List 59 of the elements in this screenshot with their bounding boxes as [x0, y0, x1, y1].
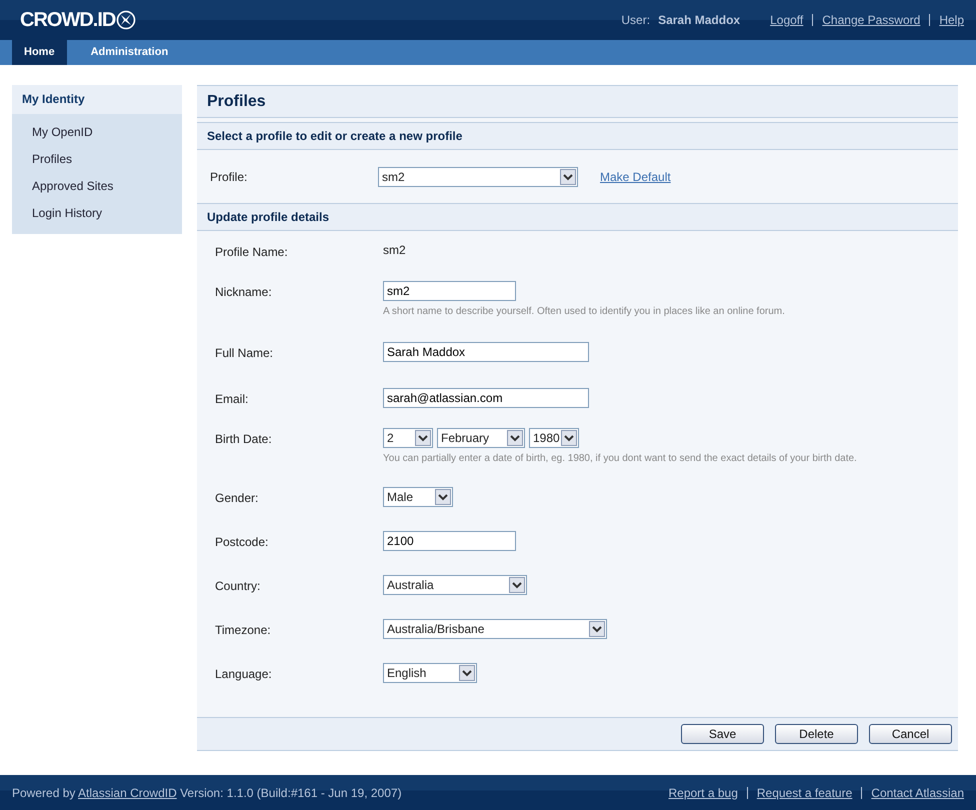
caret-icon — [589, 621, 605, 637]
nav-tab[interactable]: Administration — [78, 40, 180, 65]
form-button[interactable]: Delete — [775, 724, 858, 744]
header-link[interactable]: Logoff — [770, 13, 804, 27]
dropdown[interactable]: English — [383, 663, 477, 683]
caret-icon — [435, 489, 451, 505]
help-text: You can partially enter a date of birth, eg. 1980, if you dont want to send the exact details of your birth date. — [383, 453, 857, 464]
field-value: sm2 — [383, 242, 406, 257]
caret-icon — [507, 430, 523, 446]
form-button[interactable]: Cancel — [869, 724, 952, 744]
dropdown[interactable]: 2 — [383, 428, 433, 448]
caret-icon — [561, 430, 577, 446]
header-link[interactable]: Change Password — [822, 13, 920, 27]
profile-dropdown[interactable]: sm2 — [378, 166, 578, 186]
user-label: User: — [621, 13, 650, 27]
make-default-link[interactable]: Make Default — [600, 170, 671, 184]
footer-link[interactable]: Request a feature — [756, 786, 852, 800]
footer-text: Powered by Atlassian CrowdID Version: 1.1.0 (Build:#161 - Jun 19, 2007) — [12, 786, 402, 800]
footer-link[interactable]: Report a bug — [668, 786, 738, 800]
caret-icon — [560, 168, 576, 184]
footer-link[interactable]: Atlassian CrowdID — [78, 786, 177, 800]
field-label: Birth Date: — [214, 431, 273, 448]
field-label: Country: — [214, 578, 262, 595]
user-name: Sarah Maddox — [658, 13, 740, 27]
footer-link[interactable]: Contact Atlassian — [871, 786, 964, 800]
form-button[interactable]: Save — [681, 724, 764, 744]
header-link[interactable]: Help — [939, 13, 964, 27]
section-heading: Update profile details — [197, 203, 958, 231]
sidebar-item[interactable]: Login History — [12, 203, 182, 230]
help-text: A short name to describe yourself. Often used to identify you in places like an online forum. — [383, 306, 785, 317]
sidebar-item[interactable]: My OpenID — [12, 122, 182, 149]
field-label: Timezone: — [214, 622, 272, 639]
field-label: Full Name: — [214, 345, 274, 362]
nav-tab[interactable]: Home — [12, 40, 67, 65]
field-label: Postcode: — [214, 534, 270, 551]
dropdown[interactable]: Male — [383, 487, 453, 507]
sidebar-item[interactable]: Profiles — [12, 149, 182, 176]
field-label: Profile: — [209, 170, 248, 184]
input-field[interactable]: Sarah Maddox — [383, 342, 589, 362]
input-field[interactable]: sm2 — [383, 281, 516, 301]
sidebar-heading: My Identity — [12, 85, 182, 114]
dropdown[interactable]: 1980 — [529, 428, 579, 448]
dropdown[interactable]: February — [437, 428, 525, 448]
input-field[interactable]: 2100 — [383, 531, 516, 551]
caret-icon — [459, 665, 475, 681]
caret-icon — [415, 430, 431, 446]
field-label: Nickname: — [214, 284, 273, 301]
section-heading: Select a profile to edit or create a new profile — [197, 122, 958, 150]
field-label: Gender: — [214, 490, 260, 507]
dropdown[interactable]: Australia — [383, 575, 527, 595]
field-label: Email: — [214, 391, 250, 408]
logo: CROWD.ID — [20, 8, 116, 32]
field-label: Profile Name: — [214, 244, 289, 261]
dropdown[interactable]: Australia/Brisbane — [383, 619, 607, 639]
field-label: Language: — [214, 666, 273, 683]
page-title: Profiles — [197, 86, 958, 118]
sidebar-item[interactable]: Approved Sites — [12, 176, 182, 203]
caret-icon — [509, 577, 525, 593]
input-field[interactable]: sarah@atlassian.com — [383, 388, 589, 408]
